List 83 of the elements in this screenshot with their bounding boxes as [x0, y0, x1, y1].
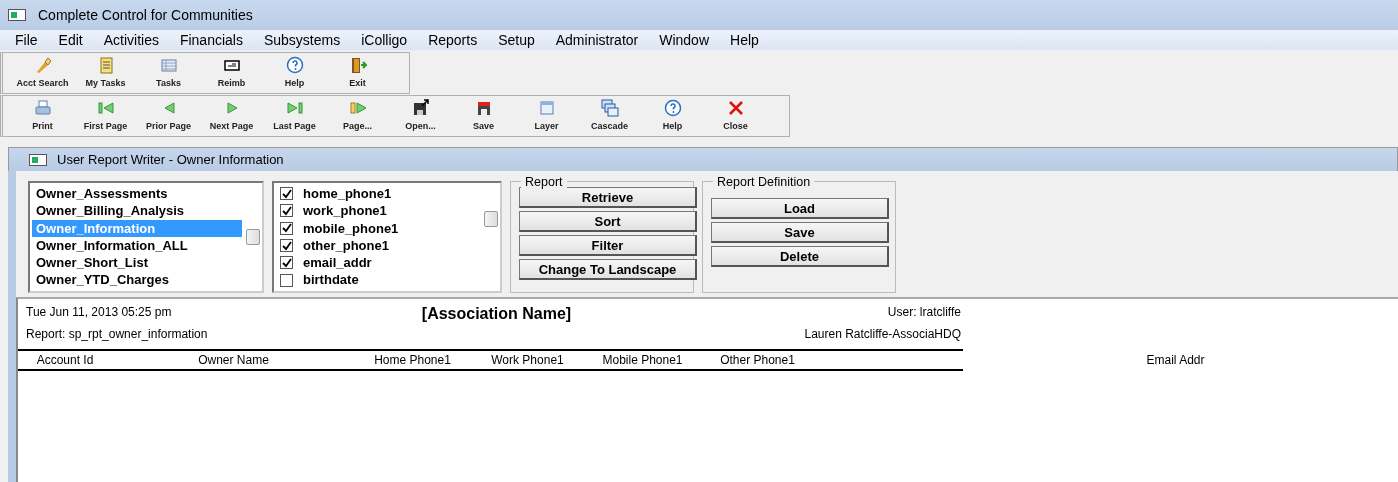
column-header: Email Addr: [1145, 352, 1206, 369]
list-item[interactable]: Owner_Short_List: [32, 254, 242, 272]
toolbar-button[interactable]: Next Page: [200, 96, 263, 136]
list-item[interactable]: Owner_YTD_Charges: [32, 271, 242, 289]
toolbar-button[interactable]: Last Page: [263, 96, 326, 136]
toolbar-button[interactable]: Close: [704, 96, 767, 136]
window-icon: [537, 98, 556, 117]
toolbar-button[interactable]: Page...: [326, 96, 389, 136]
checkbox[interactable]: [280, 273, 293, 287]
column-header: Account Id: [18, 349, 112, 371]
column-header: Work Phone1: [470, 349, 585, 371]
help-icon: [663, 98, 682, 117]
report-heading: [Association Name]: [421, 304, 572, 324]
column-header: Other Phone1: [700, 349, 815, 371]
menu-item[interactable]: Financials: [170, 29, 255, 51]
app-icon: [29, 153, 47, 166]
checkbox[interactable]: [280, 204, 293, 218]
close-icon: [726, 98, 745, 117]
report-name: Report: sp_rpt_owner_information: [26, 326, 209, 343]
toolbar-button[interactable]: Open...: [389, 96, 452, 136]
app-icon: [8, 9, 26, 21]
toolbar-button[interactable]: Cascade: [578, 96, 641, 136]
menu-item[interactable]: Edit: [49, 29, 95, 51]
field-label: other_phone1: [303, 236, 389, 255]
check-icon: [281, 223, 292, 234]
window-title: User Report Writer - Owner Information: [57, 150, 284, 169]
check-icon: [281, 257, 292, 268]
field-label: mobile_phone1: [303, 219, 399, 237]
toolbar-button[interactable]: Help: [641, 96, 704, 136]
list-box[interactable]: Owner_Assessments Owner_Billing_Analysis Owner_Information Owner_Information_ALL Owner_Short_List Owner_YTD_Charges: [28, 181, 264, 293]
window-title: Complete Control for Communities: [38, 5, 253, 25]
column-header: Mobile Phone1: [585, 349, 700, 371]
toolbar-button[interactable]: Exit: [326, 53, 389, 93]
cascade-icon: [600, 98, 619, 117]
user-name: Lauren Ratcliffe-AssociaHDQ: [803, 326, 961, 343]
toolbar-button[interactable]: Acct Search: [11, 53, 74, 93]
menu-item[interactable]: File: [6, 29, 50, 51]
toolbar-button[interactable]: Prior Page: [137, 96, 200, 136]
menu-item[interactable]: iColligo: [352, 29, 420, 51]
list-item[interactable]: Owner_Assessments: [32, 185, 242, 203]
button[interactable]: Retrieve: [519, 187, 697, 208]
check-icon: [281, 205, 292, 216]
button[interactable]: Filter: [519, 235, 697, 256]
menu-item[interactable]: Subsystems: [254, 29, 353, 51]
check-icon: [281, 188, 292, 199]
menu-item[interactable]: Help: [721, 29, 771, 51]
toolbar-button[interactable]: Layer: [515, 96, 578, 136]
toolbar-button[interactable]: My Tasks: [74, 53, 137, 93]
field-label: work_phone1: [303, 202, 387, 220]
checkbox[interactable]: [280, 256, 293, 270]
checkbox[interactable]: [280, 221, 293, 235]
button[interactable]: Save: [711, 222, 889, 243]
field-label: home_phone1: [303, 185, 392, 203]
menu-item[interactable]: Setup: [489, 29, 547, 51]
column-header: Home Phone1: [355, 349, 470, 371]
button[interactable]: Change To Landscape: [519, 259, 697, 280]
column-header: Owner Name: [112, 349, 355, 371]
check-icon: [281, 240, 292, 251]
toolbar-button[interactable]: Tasks: [137, 53, 200, 93]
report-date: Tue Jun 11, 2013 05:25 pm: [26, 304, 173, 321]
checkbox[interactable]: [280, 239, 293, 253]
printer-icon: [33, 98, 52, 117]
menu-item[interactable]: Administrator: [546, 29, 651, 51]
toolbar-button[interactable]: Save: [452, 96, 515, 136]
button[interactable]: Load: [711, 198, 889, 219]
menu-item[interactable]: Window: [650, 29, 721, 51]
toolbar-button[interactable]: Reimb: [200, 53, 263, 93]
field-label: birthdate: [303, 271, 359, 289]
checklist[interactable]: home_phone1 work_phone1 mobile_phone1 other_phone1 email_addr birthdate: [272, 181, 502, 293]
help-icon: [285, 55, 304, 74]
toolbar-button[interactable]: Help: [263, 53, 326, 93]
list-item[interactable]: Owner_Information_ALL: [32, 236, 242, 255]
button[interactable]: Sort: [519, 211, 697, 232]
toolbar-button[interactable]: Print: [11, 96, 74, 136]
floppy-disk-icon: [411, 98, 430, 117]
menu-item[interactable]: Reports: [419, 29, 490, 51]
menu-item[interactable]: Activities: [94, 29, 171, 51]
list-item[interactable]: Owner_Billing_Analysis: [32, 202, 242, 220]
field-label: email_addr: [303, 254, 372, 272]
toolbar-button[interactable]: First Page: [74, 96, 137, 136]
report-user: User: lratcliffe: [886, 304, 961, 321]
button[interactable]: Delete: [711, 246, 889, 267]
checkbox[interactable]: [280, 187, 293, 201]
